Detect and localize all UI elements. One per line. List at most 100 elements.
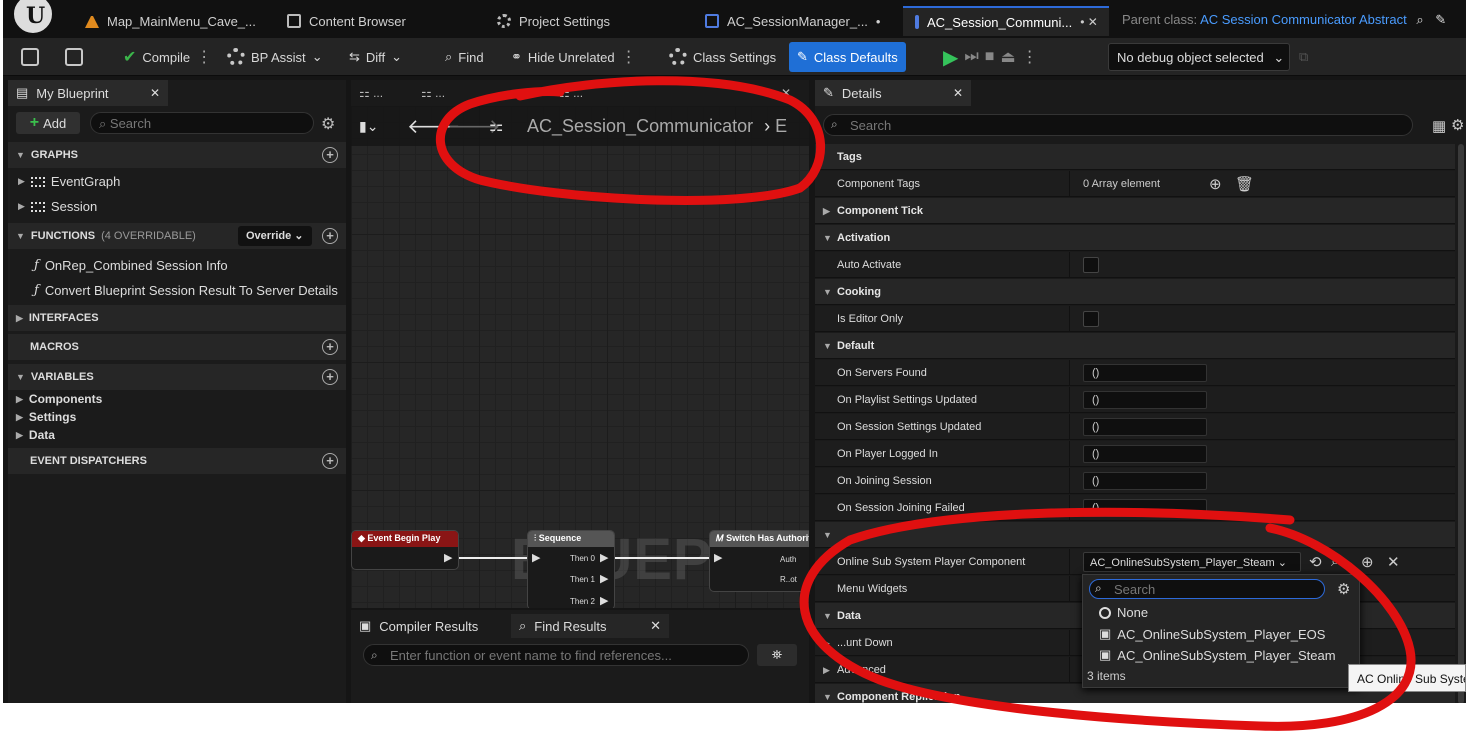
variable-category-data[interactable]: ▶ Data (16, 428, 55, 442)
graph-tab-3[interactable]: ⚏ ... (559, 86, 583, 100)
graph-item-eventgraph[interactable]: ▶ EventGraph (18, 174, 120, 189)
class-option-none[interactable]: None (1099, 605, 1148, 620)
exec-pin-icon[interactable]: ▶ (714, 551, 722, 564)
tab-session-manager[interactable]: AC_SessionManager_... • (693, 6, 892, 36)
class-defaults-button[interactable]: ✎ Class Defaults (789, 42, 906, 72)
expand-arrow-icon[interactable]: ▶ (18, 201, 25, 212)
find-button[interactable]: ⌕ Find (445, 43, 484, 71)
class-option-eos[interactable]: ▣ AC_OnlineSubSystem_Player_EOS (1099, 626, 1325, 642)
debug-filter-icon[interactable]: ⧉ (1299, 43, 1308, 71)
close-icon[interactable]: ✕ (781, 86, 791, 100)
exec-pin-icon[interactable]: ▶ (600, 551, 608, 564)
class-picker-search-input[interactable]: Search (1089, 579, 1325, 599)
add-dispatcher-icon[interactable]: + (322, 453, 338, 469)
trash-icon[interactable]: 🗑 (1235, 175, 1254, 193)
graph-tab-1[interactable]: ⚏ ... (359, 86, 383, 100)
category-activation[interactable]: ▼ Activation (815, 225, 1455, 251)
macros-section-header[interactable]: MACROS + (8, 334, 346, 360)
stop-icon[interactable]: ■ (985, 48, 995, 66)
tab-find-results[interactable]: ⌕ Find Results ✕ (511, 614, 669, 638)
diff-button[interactable]: ⇆ Diff ⌄ (349, 43, 402, 71)
add-macro-icon[interactable]: + (322, 339, 338, 355)
on-player-logged-in-value[interactable]: () (1083, 445, 1207, 463)
tab-content-browser[interactable]: Content Browser (275, 6, 418, 36)
online-sub-system-select[interactable]: AC_OnlineSubSystem_Player_Steam ⌄ (1083, 552, 1301, 572)
graphs-section-header[interactable]: ▼ GRAPHS + (8, 142, 346, 168)
use-selected-icon[interactable]: ⟲ (1309, 553, 1322, 571)
auto-activate-checkbox[interactable] (1083, 257, 1099, 273)
variable-category-components[interactable]: ▶ Components (16, 392, 102, 406)
bookmark-icon[interactable]: ▮⌄ (359, 118, 378, 135)
more-options-icon[interactable]: ⋮ (621, 47, 637, 67)
find-references-input[interactable]: Enter function or event name to find ref… (363, 644, 749, 666)
event-dispatchers-section-header[interactable]: EVENT DISPATCHERS + (8, 448, 346, 474)
exec-pin-icon[interactable]: ▶ (600, 572, 608, 585)
details-search-input[interactable]: Search (823, 114, 1413, 136)
compile-button[interactable]: ✔ Compile ⋮ (123, 43, 212, 71)
category-tags[interactable]: Tags (815, 144, 1455, 170)
on-playlist-settings-updated-value[interactable]: () (1083, 391, 1207, 409)
bp-assist-button[interactable]: BP Assist ⌄ (227, 43, 323, 71)
settings-gear-icon[interactable]: ⚙ (321, 114, 335, 134)
settings-gear-icon[interactable]: ⚙ (1337, 580, 1350, 598)
variable-category-settings[interactable]: ▶ Settings (16, 410, 76, 424)
on-servers-found-value[interactable]: () (1083, 364, 1207, 382)
class-option-steam[interactable]: ▣ AC_OnlineSubSystem_Player_Steam (1099, 647, 1336, 663)
find-in-blueprints-button[interactable]: ⛯ (757, 644, 797, 666)
close-tab-icon[interactable]: • ✕ (1080, 15, 1098, 29)
variables-section-header[interactable]: ▼ VARIABLES + (8, 364, 346, 390)
play-icon[interactable]: ▶ (943, 45, 958, 70)
tab-project-settings[interactable]: Project Settings (485, 6, 622, 36)
add-button[interactable]: + Add (16, 112, 80, 134)
add-variable-icon[interactable]: + (322, 369, 338, 385)
eject-icon[interactable]: ⏏ (1000, 47, 1015, 67)
tab-map-mainmenu[interactable]: Map_MainMenu_Cave_... (73, 6, 268, 36)
details-scrollbar[interactable] (1458, 144, 1464, 703)
category-default[interactable]: ▼ Default (815, 333, 1455, 359)
compile-options-icon[interactable]: ⋮ (196, 47, 212, 67)
graph-editor-canvas[interactable]: ▮⌄ 🡐 🡒 ⚏ AC_Session_Communicator › E BLU… (351, 106, 809, 608)
close-icon[interactable]: ✕ (150, 86, 160, 100)
save-button[interactable] (21, 43, 39, 71)
override-dropdown[interactable]: Override ⌄ (238, 226, 312, 246)
category-cooking[interactable]: ▼ Cooking (815, 279, 1455, 305)
play-options-icon[interactable]: ⋮ (1022, 47, 1038, 67)
my-blueprint-tab[interactable]: ▤ My Blueprint ✕ (8, 80, 168, 106)
on-session-joining-failed-value[interactable]: () (1083, 499, 1207, 517)
tab-compiler-results[interactable]: ▣ Compiler Results (351, 614, 486, 638)
function-item-convert[interactable]: ƒ Convert Blueprint Session Result To Se… (34, 283, 338, 298)
expand-arrow-icon[interactable]: ▶ (18, 176, 25, 187)
class-settings-button[interactable]: Class Settings (669, 43, 776, 71)
clear-icon[interactable]: ✕ (1387, 553, 1400, 571)
debug-object-select[interactable]: No debug object selected ⌄ (1108, 43, 1290, 71)
exec-pin-icon[interactable]: ▶ (600, 594, 608, 607)
category-settings[interactable]: ▼ (815, 522, 1455, 548)
browse-icon[interactable]: ⌕ (1331, 553, 1339, 570)
on-session-settings-updated-value[interactable]: () (1083, 418, 1207, 436)
interfaces-section-header[interactable]: ▶ INTERFACES (8, 305, 346, 331)
sequence-node[interactable]: ⫶ Sequence ▶ Then 0 Then 1 Then 2 ▶ ▶ ▶ (527, 530, 615, 608)
add-element-icon[interactable]: ⊕ (1209, 175, 1222, 193)
tab-session-communicator[interactable]: AC_Session_Communi... • ✕ (903, 6, 1109, 36)
table-view-icon[interactable]: ▦ (1432, 117, 1446, 135)
functions-section-header[interactable]: ▼ FUNCTIONS (4 OVERRIDABLE) Override ⌄ + (8, 223, 346, 249)
hide-unrelated-button[interactable]: ⚭ Hide Unrelated ⋮ (511, 43, 637, 71)
close-icon[interactable]: ✕ (953, 86, 963, 100)
add-icon[interactable]: ⊕ (1361, 553, 1374, 571)
parent-class-link[interactable]: AC Session Communicator Abstract (1200, 12, 1407, 27)
settings-gear-icon[interactable]: ⚙ (1451, 116, 1464, 134)
close-icon[interactable]: ✕ (650, 618, 661, 634)
switch-has-authority-node[interactable]: 𝑀 Switch Has Authority ▶ Auth R..ot (709, 530, 809, 592)
details-tab[interactable]: ✎ Details ✕ (815, 80, 971, 106)
is-editor-only-checkbox[interactable] (1083, 311, 1099, 327)
add-graph-icon[interactable]: + (322, 147, 338, 163)
browse-button[interactable] (65, 43, 83, 71)
search-icon[interactable]: ⌕ (1416, 12, 1423, 27)
breadcrumb[interactable]: AC_Session_Communicator › E (527, 116, 787, 137)
exec-pin-icon[interactable]: ▶ (444, 551, 452, 564)
event-begin-play-node[interactable]: ◆ Event Begin Play ▶ (351, 530, 459, 570)
on-joining-session-value[interactable]: () (1083, 472, 1207, 490)
step-icon[interactable]: ⏭ (964, 48, 978, 66)
unreal-logo-icon[interactable] (11, 0, 55, 36)
category-component-tick[interactable]: ▶ Component Tick (815, 198, 1455, 224)
